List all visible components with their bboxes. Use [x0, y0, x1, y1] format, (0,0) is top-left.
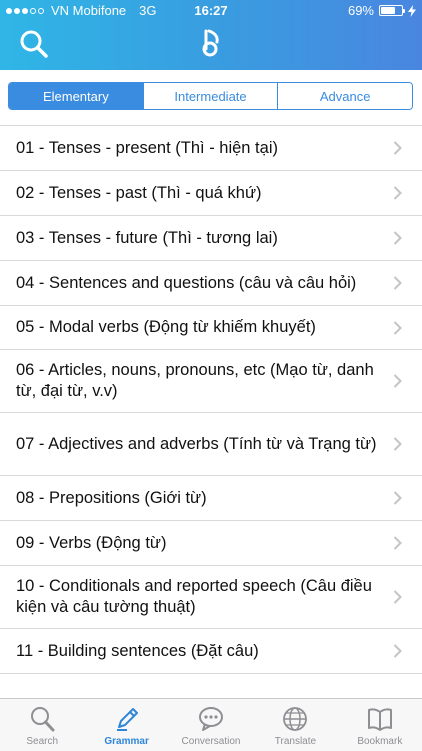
lesson-row[interactable]: 10 - Conditionals and reported speech (C… [0, 566, 422, 629]
lesson-row[interactable]: 04 - Sentences and questions (câu và câu… [0, 261, 422, 306]
lesson-label: 01 - Tenses - present (Thì - hiện tại) [16, 138, 278, 157]
chevron-right-icon [393, 186, 402, 200]
chevron-right-icon [393, 320, 402, 335]
battery-percent: 69% [347, 3, 374, 18]
tab-label: Search [26, 736, 59, 747]
chevron-right-icon [393, 590, 402, 604]
app-header: VN Mobifone 3G 16:27 69% [0, 0, 422, 70]
level-segmented-control: Elementary Intermediate Advance [8, 82, 413, 110]
chevron-right-icon [393, 491, 402, 505]
segment-intermediate[interactable]: Intermediate [142, 83, 278, 109]
tab-search[interactable]: Search [0, 699, 84, 751]
chevron-right-icon [393, 536, 402, 550]
charging-bolt-icon [408, 4, 416, 17]
lesson-list: 01 - Tenses - present (Thì - hiện tại) 0… [0, 125, 422, 674]
segment-advance[interactable]: Advance [277, 83, 412, 109]
tab-label: Conversation [181, 736, 241, 747]
tab-conversation[interactable]: Conversation [169, 699, 253, 751]
header-search-button[interactable] [18, 28, 50, 60]
search-icon [20, 30, 48, 58]
lesson-row[interactable]: 03 - Tenses - future (Thì - tương lai) [0, 216, 422, 261]
chevron-right-icon [393, 437, 402, 451]
chevron-right-icon [393, 644, 402, 658]
lesson-label: 05 - Modal verbs (Động từ khiếm khuyết) [16, 318, 316, 336]
book-icon [367, 708, 392, 731]
lesson-row[interactable]: 05 - Modal verbs (Động từ khiếm khuyết) [0, 306, 422, 350]
tab-label: Grammar [104, 736, 149, 747]
lesson-label: 08 - Prepositions (Giới từ) [16, 488, 207, 507]
lesson-label: 02 - Tenses - past (Thì - quá khứ) [16, 183, 262, 202]
lesson-row[interactable]: 06 - Articles, nouns, pronouns, etc (Mạo… [0, 350, 422, 413]
segment-elementary[interactable]: Elementary [9, 83, 143, 109]
chevron-right-icon [393, 231, 402, 245]
globe-icon [283, 707, 308, 731]
tab-translate[interactable]: Translate [253, 699, 337, 751]
lesson-label: 03 - Tenses - future (Thì - tương lai) [16, 228, 278, 247]
music-note-logo-icon [202, 29, 219, 57]
lesson-label: 09 - Verbs (Động từ) [16, 533, 167, 552]
lesson-label: 04 - Sentences and questions (câu và câu… [16, 273, 357, 292]
chevron-right-icon [393, 374, 402, 388]
tab-bar: Search Grammar Conversation Translate Bo… [0, 698, 422, 751]
chat-bubble-icon [199, 707, 224, 731]
lesson-row[interactable]: 07 - Adjectives and adverbs (Tính từ và … [0, 413, 422, 476]
pencil-icon [116, 708, 138, 731]
tab-label: Translate [274, 736, 317, 747]
search-icon [31, 707, 55, 732]
chevron-right-icon [393, 141, 402, 155]
lesson-label: 11 - Building sentences (Đặt câu) [16, 641, 259, 660]
tab-bookmark[interactable]: Bookmark [338, 699, 422, 751]
status-right: 69% [348, 3, 416, 18]
tab-grammar[interactable]: Grammar [84, 699, 168, 751]
battery-icon [379, 5, 405, 16]
lesson-label: 06 - Articles, nouns, pronouns, etc (Mạo… [16, 361, 374, 400]
lesson-row[interactable]: 09 - Verbs (Động từ) [0, 521, 422, 566]
tab-label: Bookmark [357, 736, 403, 747]
lesson-label: 07 - Adjectives and adverbs (Tính từ và … [16, 434, 377, 453]
lesson-row[interactable]: 01 - Tenses - present (Thì - hiện tại) [0, 126, 422, 171]
chevron-right-icon [393, 276, 402, 290]
lesson-row[interactable]: 11 - Building sentences (Đặt câu) [0, 629, 422, 674]
status-bar: VN Mobifone 3G 16:27 69% [0, 0, 422, 20]
battery-fill [381, 7, 395, 14]
lesson-row[interactable]: 08 - Prepositions (Giới từ) [0, 476, 422, 521]
lesson-row[interactable]: 02 - Tenses - past (Thì - quá khứ) [0, 171, 422, 216]
lesson-label: 10 - Conditionals and reported speech (C… [16, 577, 372, 616]
